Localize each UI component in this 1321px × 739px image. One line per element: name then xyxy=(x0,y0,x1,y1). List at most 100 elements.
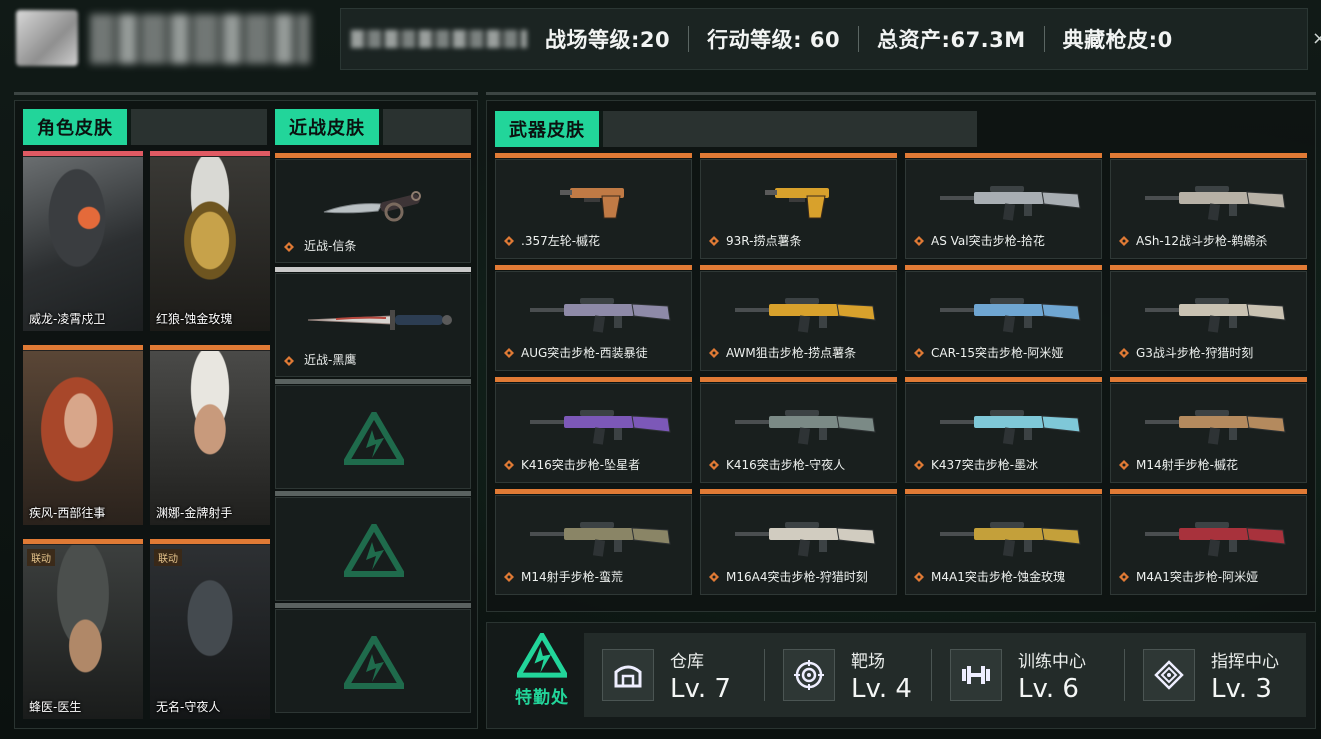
stat-battlefield-level: 战场等级:20 xyxy=(545,28,671,52)
rifle-icon xyxy=(530,298,671,333)
weapon-skin-name: M14射手步枪-槭花 xyxy=(1136,458,1238,472)
weapon-skin-name: 93R-捞点薯条 xyxy=(726,234,802,248)
close-icon[interactable]: × xyxy=(1312,28,1321,49)
collab-tag: 联动 xyxy=(154,549,182,566)
rarity-diamond-icon xyxy=(504,572,514,582)
melee-card[interactable]: 近战-黑鹰 xyxy=(275,267,471,377)
pistol-icon xyxy=(560,188,624,219)
special-ops-logo-icon xyxy=(517,633,567,678)
tab-label: 武器皮肤 xyxy=(495,111,603,147)
weapon-skin-card[interactable]: G3战斗步枪-狩猎时刻 xyxy=(1110,265,1307,371)
empty-melee-slot[interactable] xyxy=(275,603,471,713)
rifle-icon xyxy=(1145,186,1286,221)
rarity-diamond-icon xyxy=(709,460,719,470)
character-skin-card[interactable]: 红狼-蚀金玫瑰 xyxy=(150,151,270,331)
special-ops-button[interactable]: 特勤处 xyxy=(499,633,585,721)
rifle-icon xyxy=(735,298,876,333)
rarity-diamond-icon xyxy=(709,348,719,358)
rarity-bar xyxy=(495,153,692,158)
weapon-skin-name: M16A4突击步枪-狩猎时刻 xyxy=(726,570,868,584)
collab-tag: 联动 xyxy=(27,549,55,566)
player-avatar[interactable] xyxy=(16,10,78,66)
weapon-skin-card[interactable]: CAR-15突击步枪-阿米娅 xyxy=(905,265,1102,371)
rifle-icon xyxy=(1145,522,1286,557)
rarity-bar xyxy=(700,265,897,270)
character-skin-card[interactable]: 联动无名-守夜人 xyxy=(150,539,270,719)
rarity-bar xyxy=(150,345,270,350)
melee-name: 近战-黑鹰 xyxy=(304,353,357,367)
rarity-bar xyxy=(23,151,143,156)
weapon-skin-card[interactable]: M14射手步枪-槭花 xyxy=(1110,377,1307,483)
empty-melee-slot[interactable] xyxy=(275,379,471,489)
rarity-bar xyxy=(905,153,1102,158)
weapon-skin-card[interactable]: M4A1突击步枪-蚀金玫瑰 xyxy=(905,489,1102,595)
weapon-skin-card[interactable]: K437突击步枪-墨冰 xyxy=(905,377,1102,483)
character-skin-card[interactable]: 渊娜-金牌射手 xyxy=(150,345,270,525)
weapon-skin-card[interactable]: M4A1突击步枪-阿米娅 xyxy=(1110,489,1307,595)
divider xyxy=(486,92,1316,95)
weapon-skin-card[interactable]: K416突击步枪-坠星者 xyxy=(495,377,692,483)
character-skin-name: 蜂医-医生 xyxy=(29,700,82,714)
rarity-bar xyxy=(905,265,1102,270)
tab-weapon-skins[interactable]: 武器皮肤 xyxy=(495,111,977,147)
weapon-skin-card[interactable]: AUG突击步枪-西装暴徒 xyxy=(495,265,692,371)
tab-character-skins[interactable]: 角色皮肤 xyxy=(23,109,267,145)
rarity-bar xyxy=(23,345,143,350)
weapon-skin-card[interactable]: AS Val突击步枪-拾花 xyxy=(905,153,1102,259)
weapon-skin-name: G3战斗步枪-狩猎时刻 xyxy=(1136,346,1254,360)
rarity-diamond-icon xyxy=(914,460,924,470)
weapon-skin-name: M4A1突击步枪-阿米娅 xyxy=(1136,570,1259,584)
facility-training-center[interactable]: 训练中心 Lv. 6 xyxy=(932,633,1124,717)
weapon-skin-card[interactable]: K416突击步枪-守夜人 xyxy=(700,377,897,483)
character-skin-card[interactable]: 联动蜂医-医生 xyxy=(23,539,143,719)
facility-level: Lv. 6 xyxy=(1018,673,1079,704)
character-skin-name: 无名-守夜人 xyxy=(156,700,221,714)
melee-card[interactable]: 近战-信条 xyxy=(275,153,471,263)
facility-command-center[interactable]: 指挥中心 Lv. 3 xyxy=(1125,633,1305,717)
character-skin-card[interactable]: 威龙-凌霄戍卫 xyxy=(23,151,143,331)
weapon-skin-card[interactable]: M14射手步枪-蛮荒 xyxy=(495,489,692,595)
weapon-skin-name: K416突击步枪-坠星者 xyxy=(521,458,641,472)
weapon-skin-name: CAR-15突击步枪-阿米娅 xyxy=(931,346,1064,360)
facility-shooting-range[interactable]: 靶场 Lv. 4 xyxy=(765,633,931,717)
rifle-icon xyxy=(940,410,1081,445)
facility-name: 训练中心 xyxy=(1018,651,1086,672)
weapon-skin-card[interactable]: ASh-12战斗步枪-鹈鹕杀 xyxy=(1110,153,1307,259)
command-icon xyxy=(1154,660,1184,690)
rarity-bar xyxy=(1110,489,1307,494)
rarity-bar xyxy=(905,377,1102,382)
weapon-skin-name: AS Val突击步枪-拾花 xyxy=(931,234,1045,248)
character-portrait xyxy=(150,545,270,719)
facility-warehouse[interactable]: 仓库 Lv. 7 xyxy=(584,633,764,717)
weapon-skin-name: K416突击步枪-守夜人 xyxy=(726,458,846,472)
weapon-skin-card[interactable]: .357左轮-槭花 xyxy=(495,153,692,259)
empty-slot-logo-icon xyxy=(344,412,404,465)
tab-label: 角色皮肤 xyxy=(23,109,131,145)
character-melee-panel: 角色皮肤 近战皮肤 威龙-凌霄戍卫 红狼-蚀金玫瑰 疾风-西部往事 渊娜-金牌射手 联动… xyxy=(14,100,478,729)
facility-name: 指挥中心 xyxy=(1211,651,1279,672)
weapon-skin-card[interactable]: 93R-捞点薯条 xyxy=(700,153,897,259)
stat-total-assets: 总资产:67.3M xyxy=(877,28,1026,52)
rarity-bar xyxy=(1110,153,1307,158)
rarity-bar xyxy=(150,539,270,544)
rarity-diamond-icon xyxy=(914,348,924,358)
character-portrait xyxy=(23,157,143,331)
rarity-diamond-icon xyxy=(914,236,924,246)
facility-name: 靶场 xyxy=(851,651,885,672)
tab-melee-skins[interactable]: 近战皮肤 xyxy=(275,109,471,145)
character-skin-card[interactable]: 疾风-西部往事 xyxy=(23,345,143,525)
rarity-bar xyxy=(275,153,471,158)
rarity-diamond-icon xyxy=(504,236,514,246)
player-id-blurred xyxy=(351,30,527,48)
weapon-skin-card[interactable]: M16A4突击步枪-狩猎时刻 xyxy=(700,489,897,595)
empty-melee-slot[interactable] xyxy=(275,491,471,601)
rifle-icon xyxy=(530,410,671,445)
weapon-skin-name: M4A1突击步枪-蚀金玫瑰 xyxy=(931,570,1066,584)
character-skin-name: 红狼-蚀金玫瑰 xyxy=(156,312,233,326)
character-portrait xyxy=(150,351,270,525)
rifle-icon xyxy=(940,186,1081,221)
rifle-icon xyxy=(530,522,671,557)
weapon-skin-card[interactable]: AWM狙击步枪-捞点薯条 xyxy=(700,265,897,371)
warehouse-icon xyxy=(614,665,642,688)
character-skin-name: 威龙-凌霄戍卫 xyxy=(29,312,106,326)
